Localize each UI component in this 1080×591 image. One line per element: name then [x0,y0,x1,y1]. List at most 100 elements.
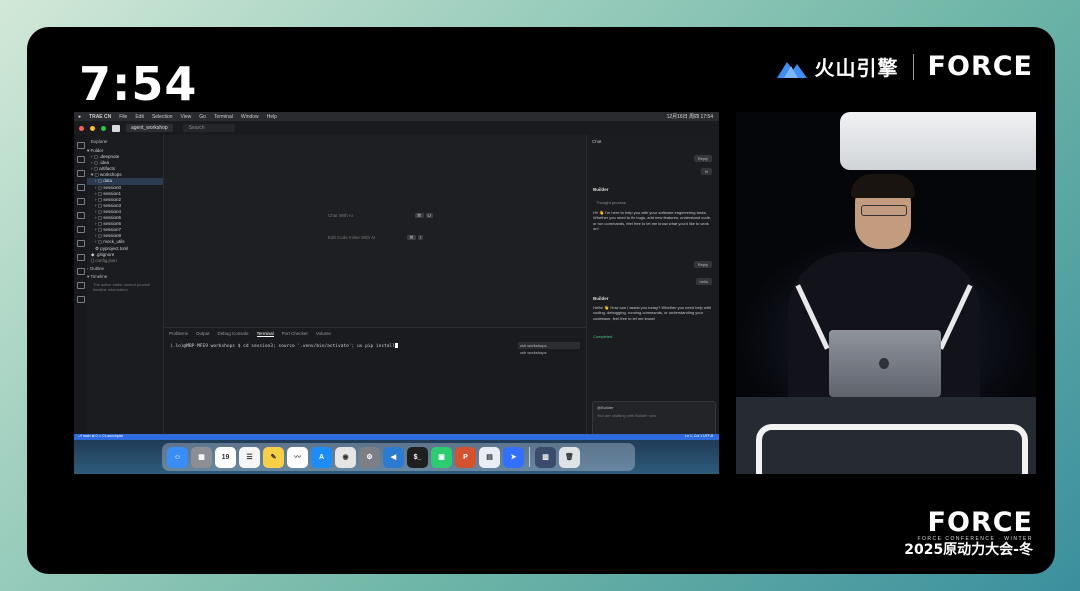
menu-terminal[interactable]: Terminal [214,114,233,120]
bot-name: Builder [593,296,609,301]
status-left[interactable]: ⎇ main ⊗ 0 ⚠ 0 Launchpad [74,434,123,438]
tab-port-checker[interactable]: Port Checker [282,331,308,337]
brand-divider [912,53,914,80]
menu-selection[interactable]: Selection [152,114,173,120]
conference-cn: 2025原动力大会-冬 [904,542,1033,558]
i-key: I [417,235,424,240]
jacket-stripe [795,284,830,350]
cloud-icon[interactable] [76,240,85,247]
bot-message: Hello! 👋 How can I assist you today? Whe… [593,305,711,321]
reminders-icon[interactable]: ☰ [239,446,260,468]
minimize-window-button[interactable] [90,125,95,131]
trae-icon[interactable]: ▣ [431,446,452,468]
bot-message: Hi! 👋 I'm here to help you with your sof… [593,210,712,231]
settings-icon[interactable]: ⚙ [359,446,380,468]
inline-edit-shortcut-hint: Edit Code Inline With AI ⌘ I [328,235,424,241]
tree-item[interactable]: {} config.json [87,258,163,264]
terminal-list: zsh workshops zsh workshops [518,342,580,356]
u-key: U [425,213,433,218]
user-message-text: hi [700,168,712,175]
outline-section[interactable]: › Outline [87,266,163,272]
tab-volume[interactable]: Volume [316,331,331,337]
database-icon[interactable] [76,226,85,233]
search-icon[interactable] [76,156,85,163]
window-titlebar: agent_workshop Search [74,121,719,136]
project-selector[interactable]: agent_workshop [126,124,173,132]
status-badge: Completed [593,334,613,339]
activity-bar [74,135,88,450]
command-search[interactable]: Search [182,124,235,132]
settings-icon[interactable] [76,296,85,303]
chat-input-placeholder: You are chatting with Builder now [597,413,656,418]
explorer-panel: Explorer ▾ Folder › ▢ .deepnote › ▢ .ide… [87,135,164,450]
terminal-prompt: (.lo)@MBP-MFE9 workshops $ [170,344,241,349]
preview-icon[interactable]: ▤ [479,446,500,468]
menu-go[interactable]: Go [199,114,206,120]
app-store-icon[interactable]: A [311,446,332,468]
menu-file[interactable]: File [119,114,127,120]
close-window-button[interactable] [79,125,84,131]
chat-shortcut-label: Chat With AI [328,213,354,218]
menu-window[interactable]: Window [241,114,259,120]
timeline-hint: The active editor cannot provide timelin… [93,281,150,292]
tab-debug-console[interactable]: Debug Console [218,331,249,337]
podium-light [756,424,1028,474]
dock: ☺ ▦ 19 ☰ ✎ 〰 A ◉ ⚙ ◀ $_ ▣ P ▤ ➤ ▥ 🗑 [162,443,635,471]
zoom-window-button[interactable] [101,125,106,131]
user-message-text: hello [695,278,712,285]
trash-icon[interactable]: 🗑 [559,446,580,468]
terminal-icon[interactable] [76,212,85,219]
user-message: Reply [693,155,712,162]
editor-area[interactable]: Chat With AI ⌘ U Edit Code Inline With AI… [164,135,586,327]
apple-icon[interactable]: ● [78,114,81,120]
brand-header: 火山引擎 FORCE [776,51,1033,82]
conference-force: FORCE [927,507,1033,538]
calendar-icon[interactable]: 19 [215,446,236,468]
tab-terminal[interactable]: Terminal [256,331,274,337]
speaker-glasses [861,205,907,216]
extensions-icon[interactable] [76,198,85,205]
vscode-icon[interactable]: ◀ [383,446,404,468]
thought-toggle[interactable]: Thought process [596,200,626,205]
finder-icon[interactable]: ☺ [167,446,188,468]
git-icon[interactable] [76,282,85,289]
feishu-icon[interactable]: ➤ [503,446,524,468]
launchpad-icon[interactable]: ▦ [191,446,212,468]
terminal-list-item[interactable]: zsh workshops [518,349,580,356]
user-message: Reply [693,261,712,268]
chat-title: Chat [592,139,602,144]
brand-force: FORCE [927,51,1033,82]
chrome-icon[interactable]: ◉ [335,446,356,468]
menu-view[interactable]: View [181,114,192,120]
tab-problems[interactable]: Problems [169,331,188,337]
notes-icon[interactable]: ✎ [263,446,284,468]
files-icon[interactable] [76,142,85,149]
powerpoint-icon[interactable]: P [455,446,476,468]
speaker-hair [851,174,915,198]
freeform-icon[interactable]: 〰 [287,446,308,468]
test-icon[interactable] [76,254,85,261]
terminal-icon[interactable]: $_ [407,446,428,468]
source-control-icon[interactable] [76,170,85,177]
cmd-key: ⌘ [407,235,416,240]
menu-edit[interactable]: Edit [135,114,144,120]
inline-edit-shortcut-label: Edit Code Inline With AI [328,235,376,240]
downloads-icon[interactable]: ▥ [535,446,556,468]
tab-output[interactable]: Output [196,331,210,337]
agent-mention[interactable]: @Builder [593,402,715,413]
mac-menubar: ● TRAE CN File Edit Selection View Go Te… [74,112,719,121]
apple-logo-icon [879,358,889,369]
terminal-list-item[interactable]: zsh workshops [518,342,580,349]
bottom-panel: Problems Output Debug Console Terminal P… [164,327,586,435]
stage-light-panel [840,112,1036,170]
chat-shortcut-hint: Chat With AI ⌘ U [328,213,433,219]
package-icon[interactable] [76,268,85,275]
speaker-camera [736,112,1036,474]
menu-app-name[interactable]: TRAE CN [89,114,111,120]
menubar-clock: 12月16日 周四 17:54 [666,114,713,120]
debug-icon[interactable] [76,184,85,191]
status-right[interactable]: Ln 1, Col 1 UTF-8 [685,434,713,438]
video-frame: 7:54 火山引擎 FORCE ● TRAE CN File Edit Sele… [27,27,1055,574]
menu-help[interactable]: Help [267,114,277,120]
cmd-key: ⌘ [415,213,424,218]
